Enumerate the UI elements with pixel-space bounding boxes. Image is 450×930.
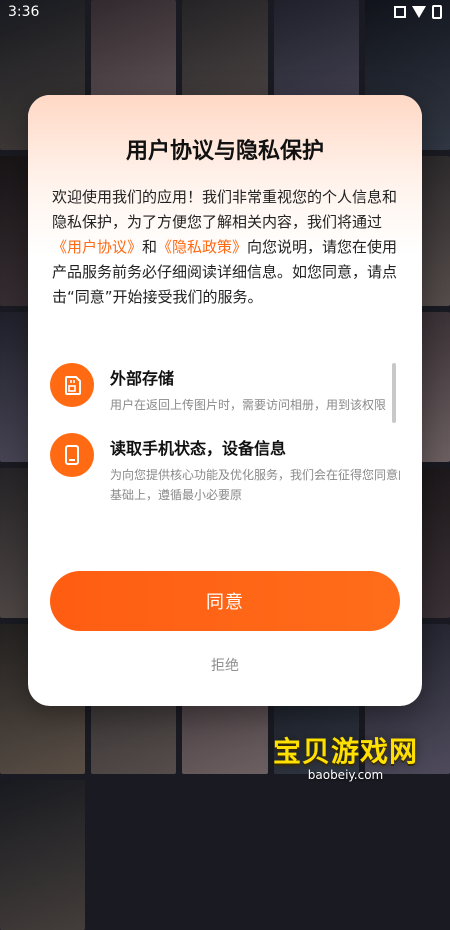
wifi-icon (412, 6, 426, 18)
reject-button[interactable]: 拒绝 (28, 655, 422, 675)
permission-title: 读取手机状态，设备信息 (110, 439, 287, 458)
permission-title: 外部存储 (110, 369, 175, 388)
agree-button[interactable]: 同意 (50, 571, 400, 631)
status-bar: 3:36 (0, 0, 450, 24)
phone-icon (50, 433, 94, 477)
permission-description: 用户在返回上传图片时，需要访问相册，用到该权限 (110, 398, 387, 412)
dialog-title: 用户协议与隐私保护 (125, 139, 324, 164)
message-text: 和 (142, 238, 158, 256)
permission-item-phone-state: 读取手机状态，设备信息 为向您提供核心功能及优化服务，我们会在征得您同意的基础上… (50, 433, 400, 505)
permission-list-scrollbar[interactable] (392, 363, 396, 423)
battery-icon (432, 5, 442, 19)
user-agreement-link[interactable]: 《用户协议》 (52, 238, 142, 256)
message-text: 欢迎使用我们的应用！我们非常重视您的个人信息和隐私保护，为了方便您了解相关内容，… (52, 188, 398, 231)
sd-card-icon (50, 363, 94, 407)
status-time: 3:36 (8, 4, 40, 20)
status-icons (394, 5, 442, 19)
privacy-dialog: 用户协议与隐私保护 欢迎使用我们的应用！我们非常重视您的个人信息和隐私保护，为了… (28, 95, 422, 706)
permission-list[interactable]: 外部存储 用户在返回上传图片时，需要访问相册，用到该权限 读取手机状态，设备信息… (50, 363, 400, 547)
poster-thumbnail (0, 780, 86, 930)
watermark-url: baobeiy.com (307, 768, 384, 782)
watermark-logo: 宝贝游戏网 baobeiy.com (273, 730, 418, 782)
permission-description: 为向您提供核心功能及优化服务，我们会在征得您同意的基础上，遵循最小必要原 (110, 468, 400, 502)
privacy-policy-link[interactable]: 《隐私政策》 (157, 238, 247, 256)
dialog-message: 欢迎使用我们的应用！我们非常重视您的个人信息和隐私保护，为了方便您了解相关内容，… (52, 185, 398, 310)
watermark-text: 宝贝游戏网 (272, 735, 418, 768)
permission-item-storage: 外部存储 用户在返回上传图片时，需要访问相册，用到该权限 (50, 363, 400, 415)
notification-icon (394, 6, 406, 18)
